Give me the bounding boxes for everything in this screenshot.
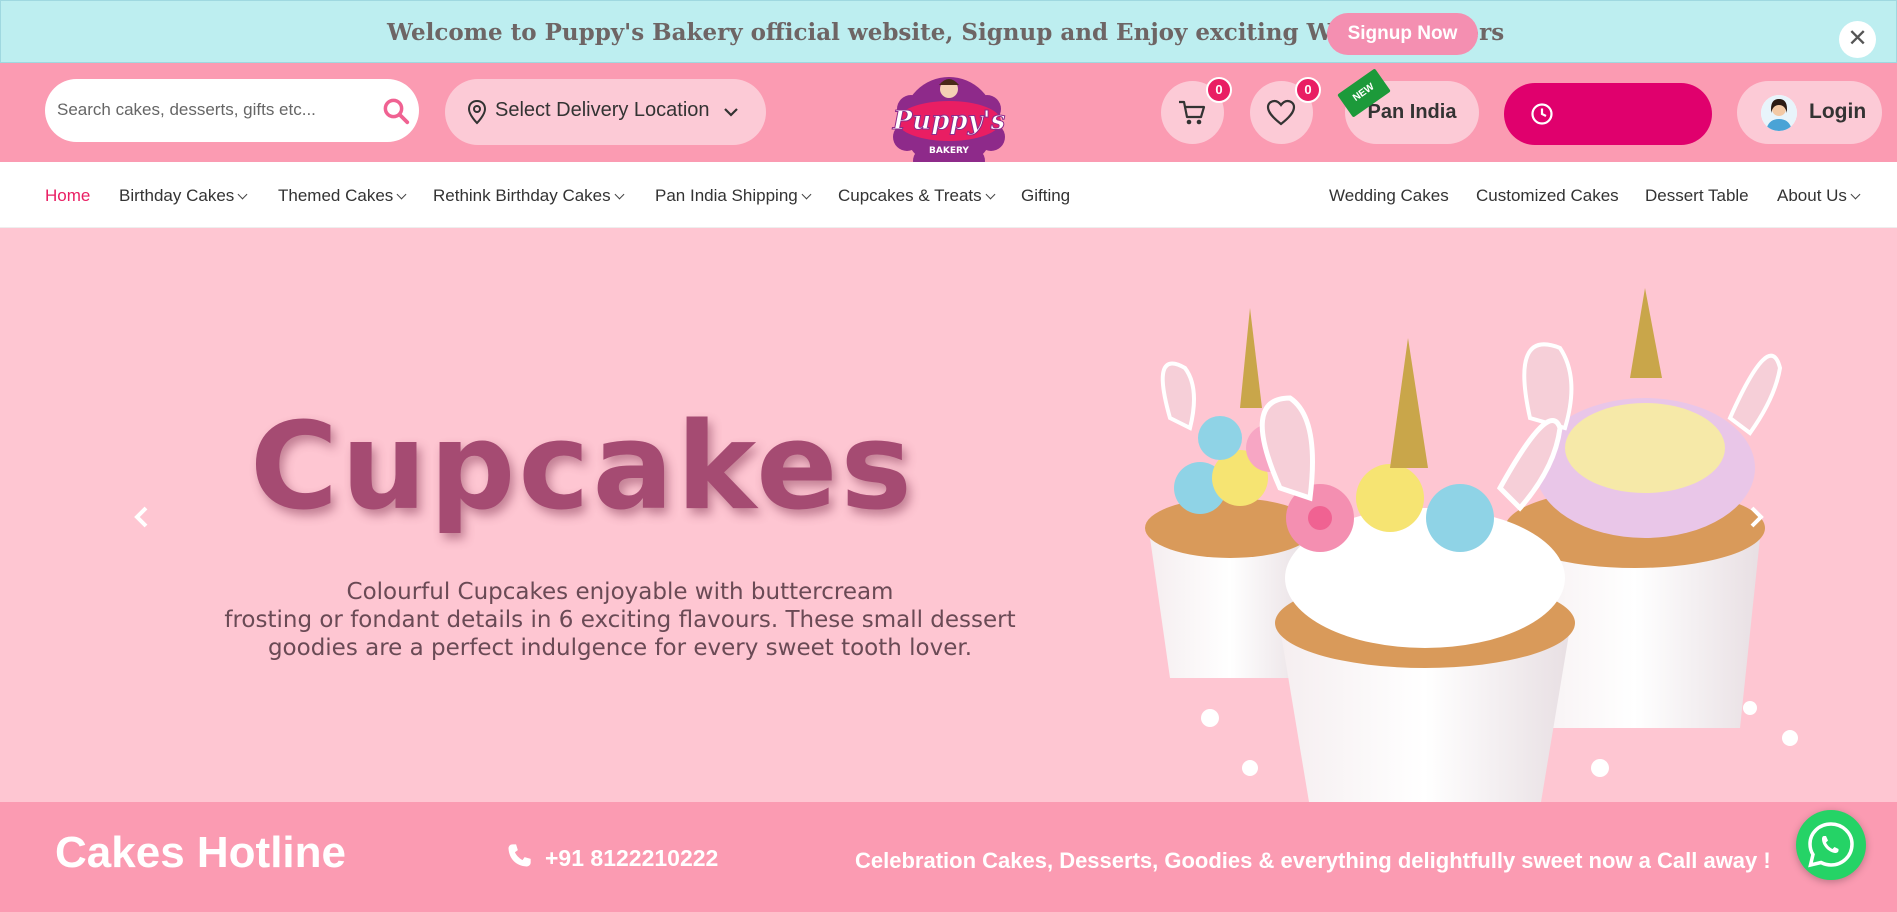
svg-text:Puppy's: Puppy's — [892, 106, 1006, 136]
nav-item-birthday-cakes[interactable]: Birthday Cakes — [119, 186, 248, 206]
wishlist-count-badge: 0 — [1295, 77, 1321, 103]
nav-item-cupcakes-treats[interactable]: Cupcakes & Treats — [838, 186, 996, 206]
search-input[interactable] — [57, 95, 367, 125]
pan-india-label: Pan India — [1367, 101, 1457, 123]
clock-icon — [1531, 103, 1553, 125]
hero-desc-line: Colourful Cupcakes enjoyable with butter… — [346, 579, 894, 605]
nav-item-rethink-birthday-cakes[interactable]: Rethink Birthday Cakes — [433, 186, 625, 206]
hotline-title: Cakes Hotline — [55, 828, 346, 877]
login-label: Login — [1809, 100, 1867, 123]
nav-item-wedding-cakes[interactable]: Wedding Cakes — [1329, 186, 1449, 206]
cupcakes-image — [1145, 288, 1798, 802]
nav-item-themed-cakes[interactable]: Themed Cakes — [278, 186, 407, 206]
chevron-down-icon — [801, 189, 812, 200]
nav-item-about-us[interactable]: About Us — [1777, 186, 1861, 206]
login-button[interactable]: Login — [1737, 81, 1882, 144]
main-nav: Home Birthday Cakes Themed Cakes Rethink… — [0, 162, 1897, 228]
hotline-tagline: Celebration Cakes, Desserts, Goodies & e… — [855, 848, 1771, 873]
chevron-down-icon — [724, 108, 738, 117]
hero-headline: Cupcakes — [250, 398, 915, 537]
nav-item-dessert-table[interactable]: Dessert Table — [1645, 186, 1749, 206]
hero-desc-line: frosting or fondant details in 6 excitin… — [224, 607, 1016, 633]
whatsapp-button[interactable] — [1796, 810, 1866, 880]
phone-icon — [508, 844, 531, 867]
hotline-number-link[interactable]: +91 8122210222 — [545, 845, 718, 872]
chevron-down-icon — [237, 189, 248, 200]
heart-icon — [1266, 99, 1296, 126]
location-pin-icon — [467, 99, 487, 125]
wishlist-button[interactable]: 0 — [1250, 77, 1321, 144]
svg-text:BAKERY: BAKERY — [929, 146, 969, 156]
arrow-right-icon[interactable] — [1742, 503, 1770, 531]
avatar — [1761, 95, 1797, 131]
hero-description: Colourful Cupcakes enjoyable with butter… — [195, 578, 1045, 662]
search-box — [45, 79, 419, 142]
site-header: Select Delivery Location Puppy's BAKERY … — [0, 63, 1897, 179]
nav-item-gifting[interactable]: Gifting — [1021, 186, 1070, 206]
announcement-bar: Welcome to Puppy's Bakery official websi… — [0, 0, 1897, 63]
hero-desc-line: goodies are a perfect indulgence for eve… — [267, 635, 973, 661]
chevron-down-icon — [1850, 189, 1861, 200]
cakes-hotline-bar: Cakes Hotline +91 8122210222 Celebration… — [0, 802, 1897, 912]
nav-item-customized-cakes[interactable]: Customized Cakes — [1476, 186, 1619, 206]
timer-button[interactable] — [1504, 83, 1712, 145]
close-icon[interactable]: ✕ — [1839, 21, 1876, 58]
delivery-location-selector[interactable]: Select Delivery Location — [445, 79, 766, 145]
search-icon[interactable] — [381, 96, 411, 126]
chevron-down-icon — [985, 189, 996, 200]
pan-india-button[interactable]: Pan India NEW — [1337, 68, 1479, 144]
nav-item-home[interactable]: Home — [45, 186, 90, 206]
hero-banner: Cupcakes Colourful Cupcakes enjoyable wi… — [0, 228, 1897, 802]
arrow-left-icon[interactable] — [128, 503, 156, 531]
delivery-location-label: Select Delivery Location — [495, 99, 710, 121]
chevron-down-icon — [614, 189, 625, 200]
whatsapp-icon — [1808, 822, 1854, 868]
nav-item-pan-india-shipping[interactable]: Pan India Shipping — [655, 186, 812, 206]
cart-count-badge: 0 — [1206, 77, 1232, 103]
signup-now-button[interactable]: Signup Now — [1327, 13, 1478, 55]
cart-button[interactable]: 0 — [1161, 77, 1232, 144]
chevron-down-icon — [396, 189, 407, 200]
cart-icon — [1179, 100, 1206, 125]
